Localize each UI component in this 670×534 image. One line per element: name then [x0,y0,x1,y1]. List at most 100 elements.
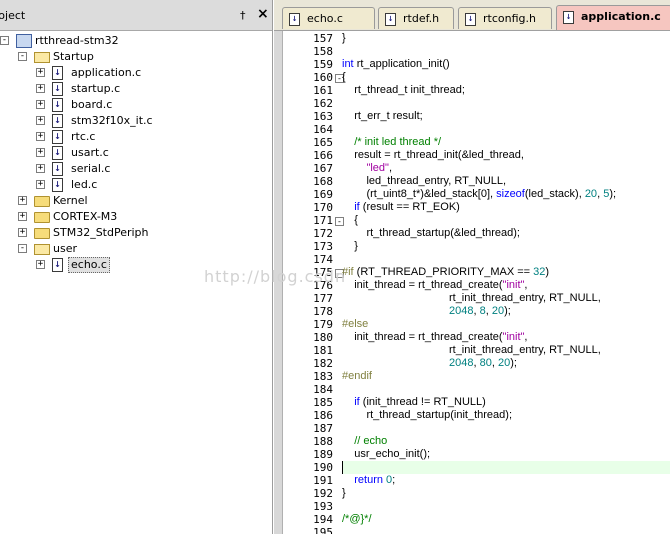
close-icon[interactable]: × [257,6,269,22]
line-number: 160 [313,71,333,84]
folder-icon [34,196,50,207]
tree-file-item[interactable]: + ↓ usart.c [0,145,272,161]
line-number: 174 [313,253,333,266]
line-number: 167 [313,162,333,175]
tree-item-label: user [53,242,77,255]
folder-icon [34,228,50,239]
open-folder-icon [34,244,50,255]
tree-folder-item[interactable]: - user [0,241,272,257]
editor-tab[interactable]: ↓ rtconfig.h [458,7,552,29]
collapse-toggle-icon[interactable]: - [18,244,27,253]
folder-icon [34,212,50,223]
c-file-icon: ↓ [52,82,63,96]
line-number: 158 [313,45,333,58]
c-file-icon: ↓ [563,11,574,24]
collapse-toggle-icon[interactable]: - [18,52,27,61]
tree-file-item[interactable]: + ↓ rtc.c [0,129,272,145]
expand-toggle-icon[interactable]: + [36,116,45,125]
line-number: 185 [313,396,333,409]
tree-item-label: board.c [71,98,113,111]
tree-folder-item[interactable]: + STM32_StdPeriph [0,225,272,241]
line-number: 188 [313,435,333,448]
line-number: 172 [313,227,333,240]
line-number: 187 [313,422,333,435]
tree-file-item[interactable]: + ↓ application.c [0,65,272,81]
code-line: if (init_thread != RT_NULL) [354,396,486,408]
c-file-icon: ↓ [52,178,63,192]
pin-icon[interactable]: † [240,9,246,22]
line-number: 193 [313,500,333,513]
line-number: 191 [313,474,333,487]
editor-tab-bar: ↓ echo.c ↓ rtdef.h ↓ rtconfig.h ↓ application.c [274,0,670,31]
code-line: #else [342,318,369,330]
current-line-highlight [342,461,670,474]
editor-tab[interactable]: ↓ application.c [556,5,670,30]
code-line: return 0; [354,474,396,486]
line-number: 194 [313,513,333,526]
tree-folder-item[interactable]: - Startup [0,49,272,65]
expand-toggle-icon[interactable]: + [36,164,45,173]
tree-folder-item[interactable]: - rtthread-stm32 [0,33,272,49]
code-line: init_thread = rt_thread_create("init", [354,279,528,291]
expand-toggle-icon[interactable]: + [36,148,45,157]
editor-tab[interactable]: ↓ echo.c [282,7,375,29]
code-area[interactable]: } int rt_application_init(){ rt_thread_t … [342,31,670,534]
code-line: rt_thread_startup(init_thread); [366,409,513,421]
c-file-icon: ↓ [52,130,63,144]
expand-toggle-icon[interactable]: + [36,260,45,269]
line-number: 181 [313,344,333,357]
expand-toggle-icon[interactable]: + [18,228,27,237]
expand-toggle-icon[interactable]: + [36,68,45,77]
tree-file-item[interactable]: + ↓ led.c [0,177,272,193]
line-number: 164 [313,123,333,136]
code-line: result = rt_thread_init(&led_thread, [354,149,524,161]
code-line: 2048, 8, 20); [448,305,511,317]
tree-file-item[interactable]: + ↓ startup.c [0,81,272,97]
code-line: if (result == RT_EOK) [354,201,460,213]
expand-toggle-icon[interactable]: + [18,212,27,221]
editor-tab[interactable]: ↓ rtdef.h [378,7,454,29]
expand-toggle-icon[interactable]: + [36,100,45,109]
c-file-icon: ↓ [52,162,63,176]
collapse-toggle-icon[interactable]: - [0,36,9,45]
line-number: 179 [313,318,333,331]
line-number: 165 [313,136,333,149]
c-file-icon: ↓ [465,13,476,26]
tree-item-label: startup.c [71,82,121,95]
tree-item-label: serial.c [71,162,111,175]
text-caret [342,461,343,474]
tree-item-label: application.c [71,66,142,79]
line-number: 163 [313,110,333,123]
expand-toggle-icon[interactable]: + [36,180,45,189]
tree-file-item[interactable]: + ↓ board.c [0,97,272,113]
expand-toggle-icon[interactable]: + [36,84,45,93]
code-line: // echo [342,435,388,447]
project-icon [16,34,32,48]
tree-folder-item[interactable]: + CORTEX-M3 [0,209,272,225]
code-line: { [342,214,358,226]
tab-label: rtdef.h [403,12,440,25]
tree-item-label: Startup [53,50,94,63]
project-panel-header: roject † × [0,0,272,31]
tree-file-item[interactable]: + ↓ stm32f10x_it.c [0,113,272,129]
tab-label: rtconfig.h [483,12,536,25]
line-number: 168 [313,175,333,188]
code-line: /*@}*/ [342,513,372,525]
code-line: } [342,487,346,499]
tree-item-label: rtthread-stm32 [35,34,119,47]
tree-item-label: led.c [71,178,98,191]
code-line: int rt_application_init() [342,58,450,70]
tree-file-item[interactable]: + ↓ serial.c [0,161,272,177]
code-line: #if (RT_THREAD_PRIORITY_MAX == 32) [342,266,550,278]
line-number: 180 [313,331,333,344]
code-line: init_thread = rt_thread_create("init", [354,331,528,343]
c-file-icon: ↓ [52,114,63,128]
project-panel-title: roject [0,9,26,22]
expand-toggle-icon[interactable]: + [36,132,45,141]
open-folder-icon [34,52,50,63]
code-line: } [342,32,346,44]
tab-label: echo.c [307,12,343,25]
expand-toggle-icon[interactable]: + [18,196,27,205]
line-number: 170 [313,201,333,214]
tree-folder-item[interactable]: + Kernel [0,193,272,209]
